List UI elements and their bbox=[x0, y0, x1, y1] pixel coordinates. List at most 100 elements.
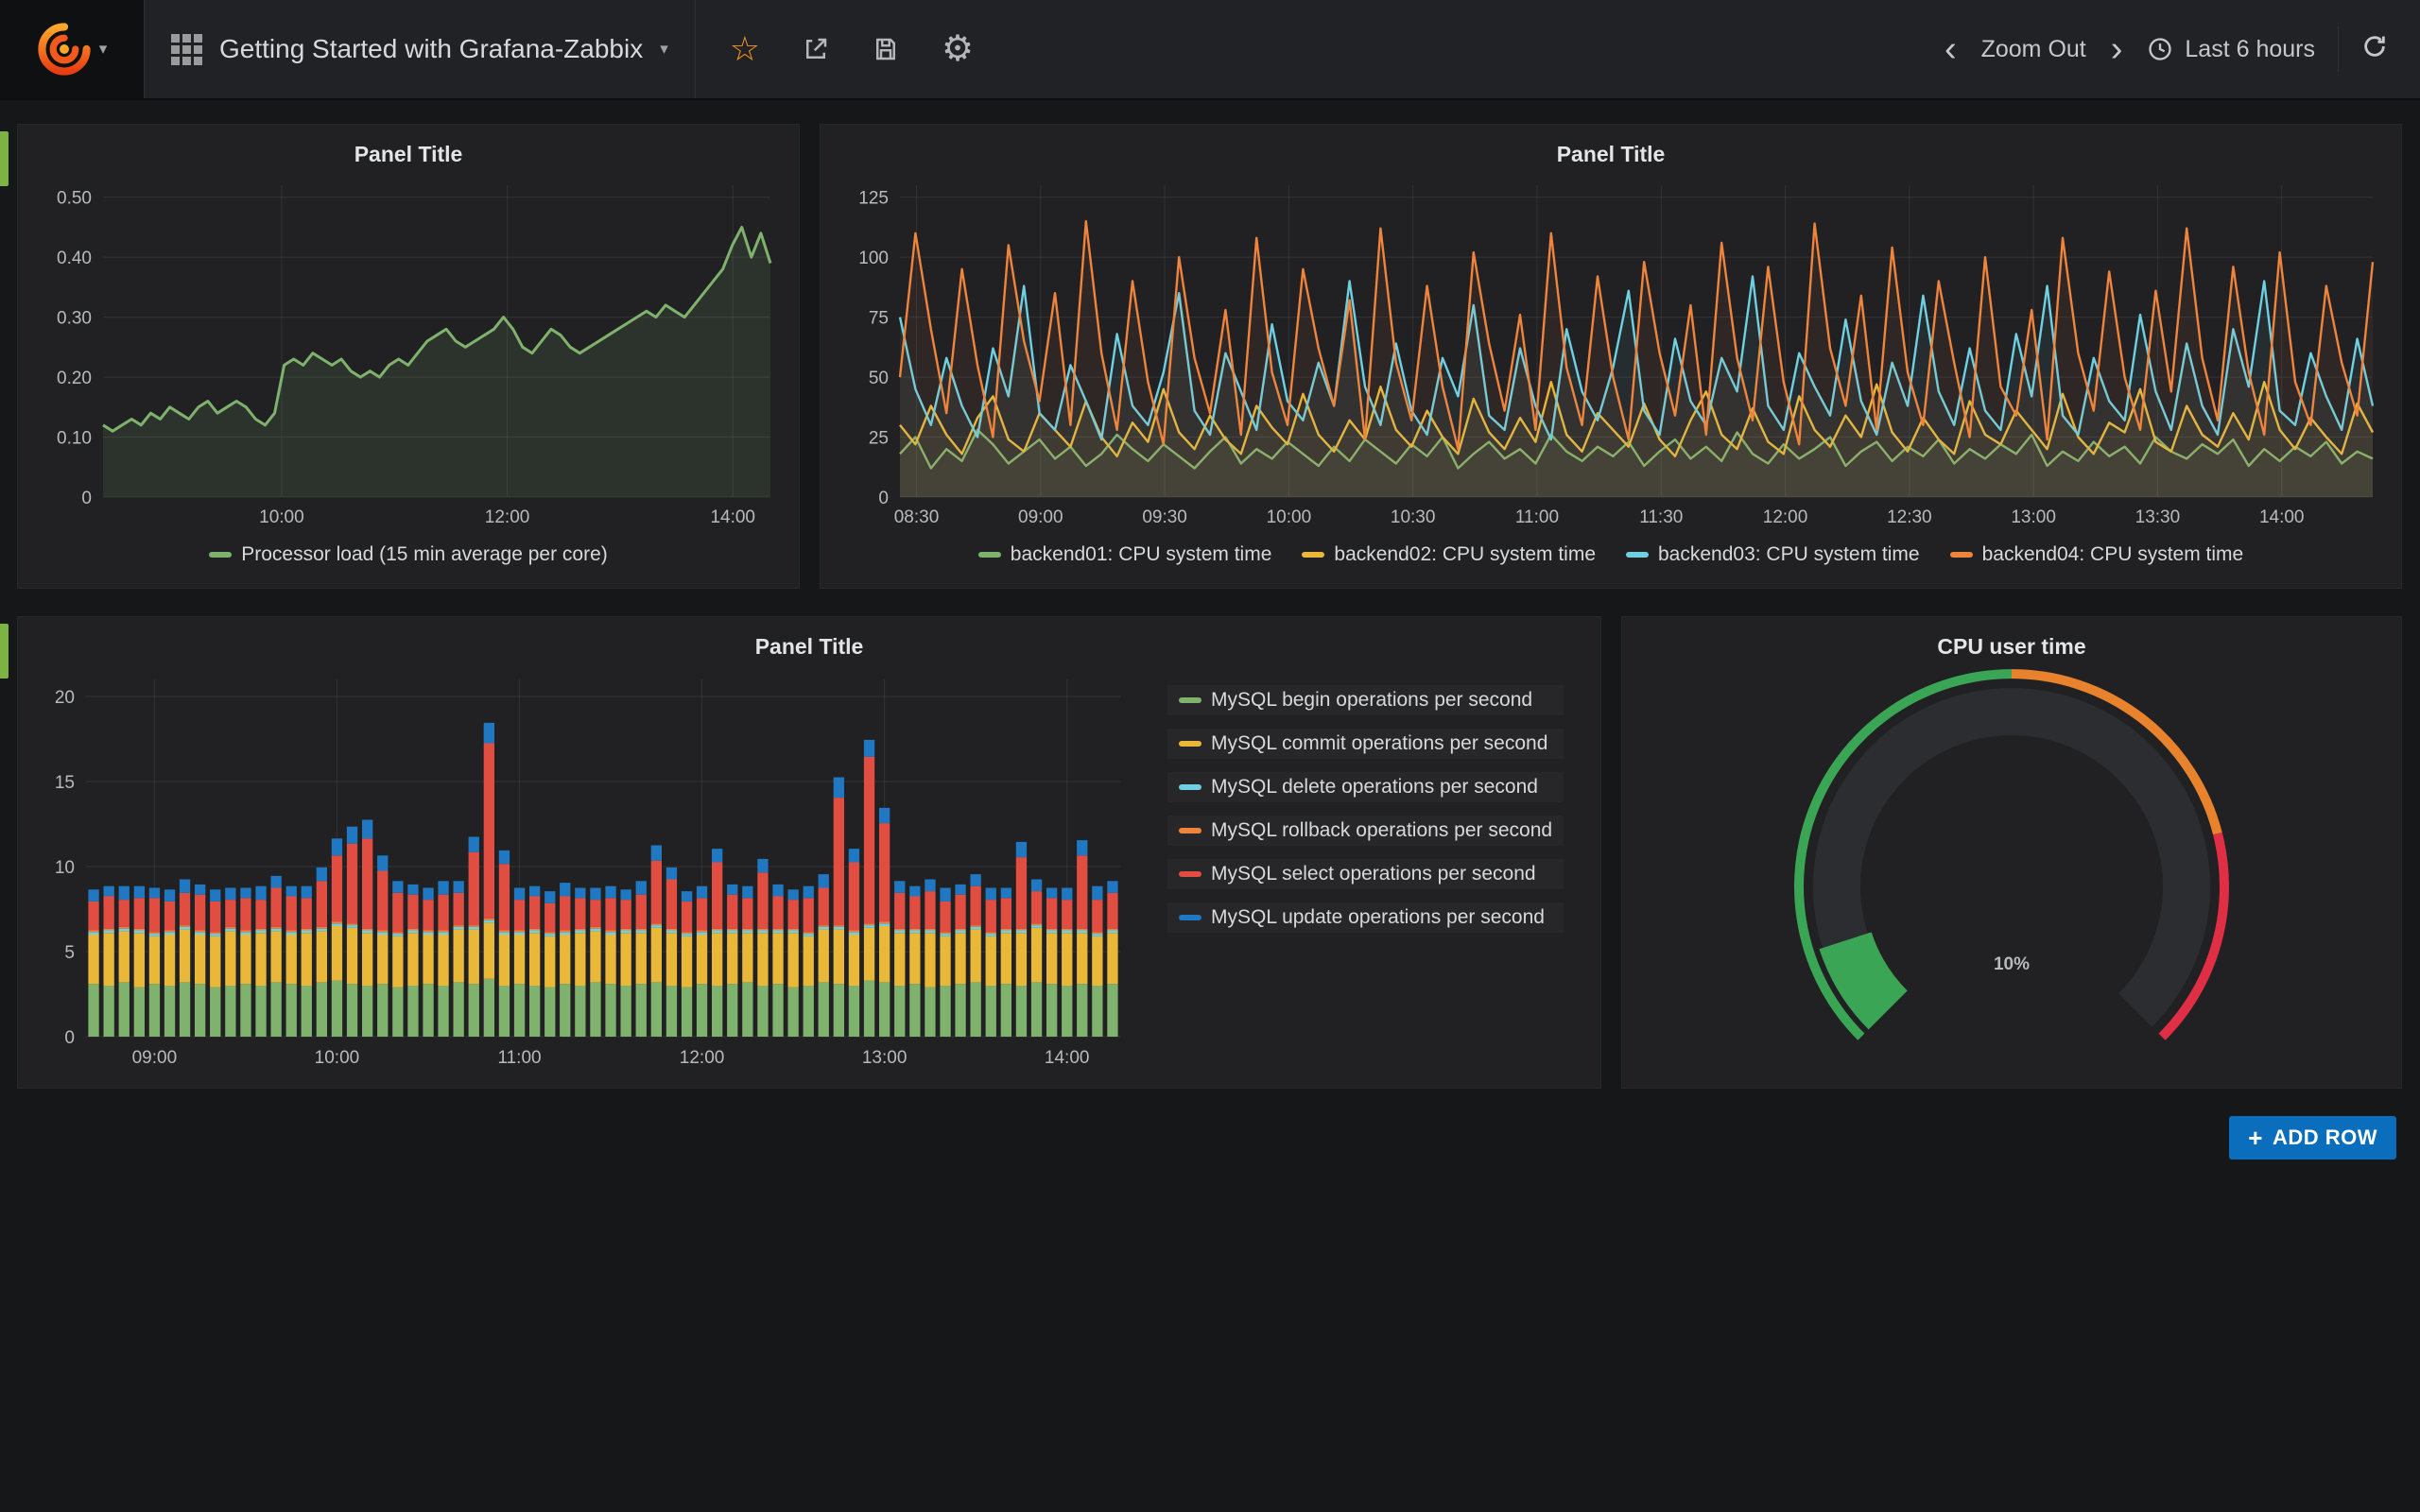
star-icon[interactable]: ☆ bbox=[730, 32, 760, 66]
grafana-logo[interactable]: ▾ bbox=[0, 0, 144, 98]
legend-item[interactable]: Processor load (15 min average per core) bbox=[209, 543, 608, 566]
legend-marker-icon bbox=[1950, 552, 1973, 558]
row-handle[interactable] bbox=[0, 624, 9, 679]
legend-item[interactable]: MySQL select operations per second bbox=[1167, 859, 1564, 889]
legend-marker-icon bbox=[1179, 784, 1201, 790]
panel-mysql-operations: Panel Title 0 5 10 15 20 09:00 10:00 11:00 12:00… bbox=[17, 616, 1601, 1089]
svg-text:10:00: 10:00 bbox=[1267, 507, 1312, 527]
svg-text:14:00: 14:00 bbox=[2259, 507, 2305, 527]
legend-marker-icon bbox=[1179, 871, 1201, 877]
legend-marker-icon bbox=[1179, 697, 1201, 703]
svg-text:08:30: 08:30 bbox=[894, 507, 940, 527]
grafana-logo-icon bbox=[37, 22, 92, 77]
add-row-label: ADD ROW bbox=[2273, 1125, 2377, 1150]
settings-icon[interactable]: ⚙ bbox=[942, 31, 974, 67]
legend-label: backend04: CPU system time bbox=[1982, 543, 2244, 566]
dashboard-title-menu[interactable]: Getting Started with Grafana-Zabbix ▾ bbox=[145, 0, 695, 98]
legend-item[interactable]: backend04: CPU system time bbox=[1950, 543, 2244, 566]
title-caret-icon: ▾ bbox=[660, 40, 668, 59]
legend-item[interactable]: MySQL commit operations per second bbox=[1167, 729, 1564, 759]
mysql-operations-chart[interactable]: 0 5 10 15 20 09:00 10:00 11:00 12:00 13:00 14:00 bbox=[31, 666, 1133, 1073]
svg-text:09:00: 09:00 bbox=[132, 1048, 178, 1068]
panel-legend: backend01: CPU system time backend02: CPU… bbox=[834, 531, 2388, 578]
svg-text:13:30: 13:30 bbox=[2135, 507, 2181, 527]
time-range-label: Last 6 hours bbox=[2185, 36, 2315, 63]
nav-separator bbox=[2338, 26, 2339, 72]
svg-text:10:30: 10:30 bbox=[1391, 507, 1436, 527]
svg-text:15: 15 bbox=[55, 773, 75, 793]
legend-item[interactable]: MySQL rollback operations per second bbox=[1167, 816, 1564, 846]
legend-label: MySQL delete operations per second bbox=[1211, 776, 1538, 799]
panel-body: 0 5 10 15 20 09:00 10:00 11:00 12:00 13:00 14:00 M… bbox=[31, 666, 1587, 1073]
svg-text:75: 75 bbox=[869, 309, 889, 329]
svg-text:12:00: 12:00 bbox=[680, 1048, 725, 1068]
svg-text:12:00: 12:00 bbox=[1763, 507, 1808, 527]
legend-item[interactable]: backend03: CPU system time bbox=[1626, 543, 1920, 566]
svg-text:10:00: 10:00 bbox=[259, 507, 304, 527]
dashboard-grid-icon bbox=[171, 34, 202, 65]
legend-marker-icon bbox=[1302, 552, 1324, 558]
save-icon[interactable] bbox=[872, 35, 900, 63]
svg-text:125: 125 bbox=[858, 189, 889, 209]
svg-text:12:30: 12:30 bbox=[1887, 507, 1932, 527]
processor-load-chart[interactable]: 00.100.200.300.400.5010:0012:0014:00 bbox=[31, 174, 786, 531]
svg-text:11:00: 11:00 bbox=[1515, 507, 1559, 527]
logo-caret-icon: ▾ bbox=[99, 40, 108, 59]
svg-text:10: 10 bbox=[55, 858, 75, 878]
panel-cpu-user-time: CPU user time 10% bbox=[1621, 616, 2402, 1089]
legend-marker-icon bbox=[209, 552, 232, 558]
svg-text:20: 20 bbox=[55, 688, 75, 708]
cpu-user-time-gauge[interactable]: 10% bbox=[1635, 666, 2388, 1063]
zoom-out-button[interactable]: Zoom Out bbox=[1981, 36, 2086, 63]
svg-text:10%: 10% bbox=[1994, 954, 2030, 974]
panel-title[interactable]: Panel Title bbox=[31, 134, 786, 174]
svg-text:11:00: 11:00 bbox=[497, 1048, 541, 1068]
svg-text:0.20: 0.20 bbox=[57, 369, 92, 388]
svg-text:0: 0 bbox=[878, 489, 889, 508]
time-back-icon[interactable]: ‹ bbox=[1943, 35, 1959, 63]
legend-label: MySQL update operations per second bbox=[1211, 906, 1545, 929]
panel-legend: MySQL begin operations per second MySQL c… bbox=[1133, 666, 1564, 933]
svg-text:14:00: 14:00 bbox=[710, 507, 755, 527]
legend-label: MySQL select operations per second bbox=[1211, 863, 1536, 885]
dashboard-row-2: Panel Title 0 5 10 15 20 09:00 10:00 11:00 12:00… bbox=[17, 616, 2403, 1089]
svg-text:10:00: 10:00 bbox=[315, 1048, 360, 1068]
svg-text:14:00: 14:00 bbox=[1045, 1048, 1090, 1068]
legend-item[interactable]: backend01: CPU system time bbox=[978, 543, 1272, 566]
svg-text:5: 5 bbox=[64, 943, 75, 963]
svg-text:0: 0 bbox=[64, 1028, 75, 1048]
svg-text:09:30: 09:30 bbox=[1142, 507, 1187, 527]
row-handle[interactable] bbox=[0, 131, 9, 186]
legend-item[interactable]: MySQL delete operations per second bbox=[1167, 772, 1564, 802]
add-row-container: + ADD ROW bbox=[17, 1116, 2403, 1160]
time-forward-icon[interactable]: › bbox=[2109, 35, 2125, 63]
panel-title[interactable]: Panel Title bbox=[834, 134, 2388, 174]
panel-processor-load: Panel Title 00.100.200.300.400.5010:0012… bbox=[17, 124, 800, 589]
svg-text:0.30: 0.30 bbox=[57, 309, 92, 329]
legend-marker-icon bbox=[1179, 741, 1201, 747]
cpu-system-time-chart[interactable]: 025507510012508:3009:0009:3010:0010:3011… bbox=[834, 174, 2388, 531]
clock-icon bbox=[2147, 36, 2173, 62]
panel-title[interactable]: Panel Title bbox=[31, 627, 1587, 666]
legend-label: backend02: CPU system time bbox=[1334, 543, 1596, 566]
share-icon[interactable] bbox=[802, 35, 830, 63]
legend-marker-icon bbox=[1179, 828, 1201, 833]
refresh-icon[interactable] bbox=[2361, 33, 2388, 66]
legend-label: MySQL commit operations per second bbox=[1211, 732, 1547, 755]
dashboard: Panel Title 00.100.200.300.400.5010:0012… bbox=[0, 100, 2420, 1160]
panel-legend: Processor load (15 min average per core) bbox=[31, 531, 786, 578]
legend-label: backend01: CPU system time bbox=[1011, 543, 1272, 566]
svg-text:13:00: 13:00 bbox=[862, 1048, 908, 1068]
svg-text:11:30: 11:30 bbox=[1639, 507, 1683, 527]
legend-item[interactable]: MySQL update operations per second bbox=[1167, 902, 1564, 933]
add-row-button[interactable]: + ADD ROW bbox=[2229, 1116, 2396, 1160]
svg-text:12:00: 12:00 bbox=[485, 507, 530, 527]
legend-label: Processor load (15 min average per core) bbox=[241, 543, 608, 566]
legend-item[interactable]: backend02: CPU system time bbox=[1302, 543, 1596, 566]
legend-item[interactable]: MySQL begin operations per second bbox=[1167, 685, 1564, 715]
panel-title[interactable]: CPU user time bbox=[1635, 627, 2388, 666]
panel-cpu-system-time: Panel Title 025507510012508:3009:0009:30… bbox=[820, 124, 2402, 589]
svg-text:0: 0 bbox=[81, 489, 92, 508]
time-range-button[interactable]: Last 6 hours bbox=[2147, 36, 2315, 63]
plus-icon: + bbox=[2248, 1125, 2263, 1150]
